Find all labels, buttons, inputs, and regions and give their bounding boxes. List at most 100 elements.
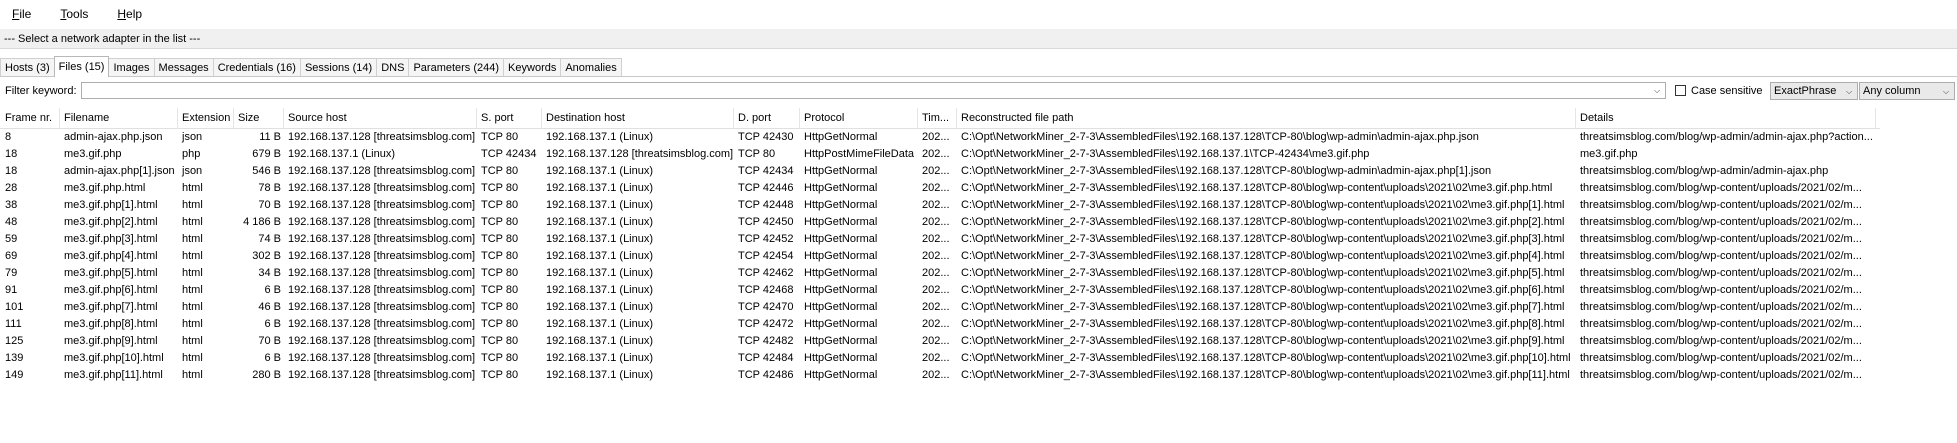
column-header[interactable]: Destination host <box>542 108 734 128</box>
menu-file[interactable]: File <box>9 5 34 23</box>
table-cell: 192.168.137.1 (Linux) <box>546 199 654 211</box>
case-sensitive-checkbox[interactable] <box>1675 85 1686 96</box>
table-cell: 38 <box>5 199 18 211</box>
table-cell: 192.168.137.128 [threatsimsblog.com] <box>288 369 476 381</box>
column-header[interactable]: Details <box>1576 108 1876 128</box>
table-cell: C:\Opt\NetworkMiner_2-7-3\AssembledFiles… <box>961 335 1565 347</box>
table-row[interactable]: 18 me3.gif.php php 679 B 192.168.137.1 (Linu… <box>0 146 1880 163</box>
chevron-down-icon[interactable]: ⌵ <box>1940 85 1952 98</box>
table-row[interactable]: 69 me3.gif.php[4].html html 302 B 192.168.13… <box>0 248 1880 265</box>
table-cell: html <box>182 182 203 194</box>
table-cell: 6 B <box>264 352 281 364</box>
table-cell: TCP 42462 <box>738 267 794 279</box>
table-row[interactable]: 91 me3.gif.php[6].html html 6 B 192.168.137.… <box>0 282 1880 299</box>
files-table[interactable]: Frame nr. Filename Extension Size Source hos… <box>0 108 1957 443</box>
table-cell: TCP 42472 <box>738 318 794 330</box>
match-mode-select[interactable]: ExactPhrase ⌵ <box>1770 82 1858 100</box>
tab-parameters[interactable]: Parameters (244) <box>408 58 505 77</box>
table-cell: 69 <box>5 250 18 262</box>
column-header[interactable]: Source host <box>284 108 477 128</box>
table-cell: HttpGetNormal <box>804 199 878 211</box>
table-cell: threatsimsblog.com/blog/wp-admin/admin-a… <box>1580 131 1873 143</box>
table-row[interactable]: 125 me3.gif.php[9].html html 70 B 192.168.13… <box>0 333 1880 350</box>
filter-keyword-input[interactable]: ⌵ <box>81 82 1666 99</box>
table-row[interactable]: 18 admin-ajax.php[1].json json 546 B 192.168… <box>0 163 1880 180</box>
column-header[interactable]: Frame nr. <box>1 108 60 128</box>
table-row[interactable]: 101 me3.gif.php[7].html html 46 B 192.168.13… <box>0 299 1880 316</box>
column-header[interactable]: S. port <box>477 108 542 128</box>
table-cell: C:\Opt\NetworkMiner_2-7-3\AssembledFiles… <box>961 182 1553 194</box>
table-cell: html <box>182 233 203 245</box>
table-cell: C:\Opt\NetworkMiner_2-7-3\AssembledFiles… <box>961 369 1570 381</box>
table-cell: threatsimsblog.com/blog/wp-content/uploa… <box>1580 301 1862 313</box>
table-cell: html <box>182 250 203 262</box>
menu-tools[interactable]: Tools <box>57 5 91 23</box>
table-row[interactable]: 59 me3.gif.php[3].html html 74 B 192.168.137… <box>0 231 1880 248</box>
table-row[interactable]: 48 me3.gif.php[2].html html 4 186 B 192.168.… <box>0 214 1880 231</box>
column-header[interactable]: Size <box>234 108 284 128</box>
table-cell: me3.gif.php[1].html <box>64 199 158 211</box>
network-adapter-select[interactable]: --- Select a network adapter in the list… <box>0 29 1957 49</box>
table-row[interactable]: 8 admin-ajax.php.json json 11 B 192.168.137.… <box>0 129 1880 146</box>
table-cell: TCP 80 <box>738 148 776 160</box>
table-cell: 192.168.137.1 (Linux) <box>546 131 654 143</box>
table-cell: 202... <box>922 267 950 279</box>
chevron-down-icon[interactable]: ⌵ <box>1843 85 1855 98</box>
table-row[interactable]: 149 me3.gif.php[11].html html 280 B 192.168.… <box>0 367 1880 384</box>
table-cell: TCP 80 <box>481 301 519 313</box>
column-select[interactable]: Any column ⌵ <box>1859 82 1955 100</box>
table-cell: TCP 42484 <box>738 352 794 364</box>
tab-sessions[interactable]: Sessions (14) <box>299 58 378 77</box>
column-header[interactable]: Reconstructed file path <box>957 108 1576 128</box>
case-sensitive-label: Case sensitive <box>1691 85 1763 97</box>
table-cell: HttpGetNormal <box>804 318 878 330</box>
table-cell: TCP 80 <box>481 182 519 194</box>
tab-credentials[interactable]: Credentials (16) <box>212 58 301 77</box>
chevron-down-icon[interactable]: ⌵ <box>1651 84 1663 97</box>
table-cell: 192.168.137.1 (Linux) <box>546 165 654 177</box>
tab-dns[interactable]: DNS <box>376 58 410 77</box>
column-header[interactable]: D. port <box>734 108 800 128</box>
table-cell: C:\Opt\NetworkMiner_2-7-3\AssembledFiles… <box>961 233 1565 245</box>
table-cell: C:\Opt\NetworkMiner_2-7-3\AssembledFiles… <box>961 318 1565 330</box>
table-cell: 74 B <box>258 233 281 245</box>
table-cell: me3.gif.php[5].html <box>64 267 158 279</box>
table-cell: C:\Opt\NetworkMiner_2-7-3\AssembledFiles… <box>961 216 1565 228</box>
table-cell: TCP 80 <box>481 131 519 143</box>
column-header[interactable]: Extension <box>178 108 234 128</box>
table-cell: TCP 42434 <box>738 165 794 177</box>
column-header[interactable]: Filename <box>60 108 178 128</box>
table-cell: me3.gif.php <box>1580 148 1638 160</box>
table-cell: TCP 80 <box>481 284 519 296</box>
table-cell: HttpPostMimeFileData <box>804 148 915 160</box>
tab-images[interactable]: Images <box>108 58 155 77</box>
menu-help[interactable]: Help <box>114 5 145 23</box>
column-header[interactable]: Tim... <box>918 108 957 128</box>
tab-hosts[interactable]: Hosts (3) <box>0 58 55 77</box>
table-cell: 79 <box>5 267 18 279</box>
table-row[interactable]: 38 me3.gif.php[1].html html 70 B 192.168.137… <box>0 197 1880 214</box>
table-cell: threatsimsblog.com/blog/wp-content/uploa… <box>1580 182 1862 194</box>
table-cell: 18 <box>5 148 18 160</box>
table-cell: C:\Opt\NetworkMiner_2-7-3\AssembledFiles… <box>961 250 1565 262</box>
tab-keywords[interactable]: Keywords <box>503 58 562 77</box>
table-cell: 202... <box>922 335 950 347</box>
table-row[interactable]: 111 me3.gif.php[8].html html 6 B 192.168.137… <box>0 316 1880 333</box>
table-row[interactable]: 139 me3.gif.php[10].html html 6 B 192.168.13… <box>0 350 1880 367</box>
table-cell: C:\Opt\NetworkMiner_2-7-3\AssembledFiles… <box>961 199 1565 211</box>
table-cell: 91 <box>5 284 18 296</box>
tab-anomalies[interactable]: Anomalies <box>560 58 622 77</box>
table-cell: html <box>182 199 203 211</box>
table-cell: 192.168.137.128 [threatsimsblog.com] <box>546 148 734 160</box>
table-cell: 192.168.137.1 (Linux) <box>546 250 654 262</box>
table-cell: 202... <box>922 148 950 160</box>
table-cell: 149 <box>5 369 24 381</box>
column-header[interactable]: Protocol <box>800 108 918 128</box>
tab-messages[interactable]: Messages <box>153 58 214 77</box>
table-cell: 202... <box>922 352 950 364</box>
table-row[interactable]: 28 me3.gif.php.html html 78 B 192.168.137.12… <box>0 180 1880 197</box>
table-row[interactable]: 79 me3.gif.php[5].html html 34 B 192.168.137… <box>0 265 1880 282</box>
table-cell: 6 B <box>264 318 281 330</box>
tab-divider <box>0 76 1957 77</box>
tab-files[interactable]: Files (15) <box>53 56 110 77</box>
